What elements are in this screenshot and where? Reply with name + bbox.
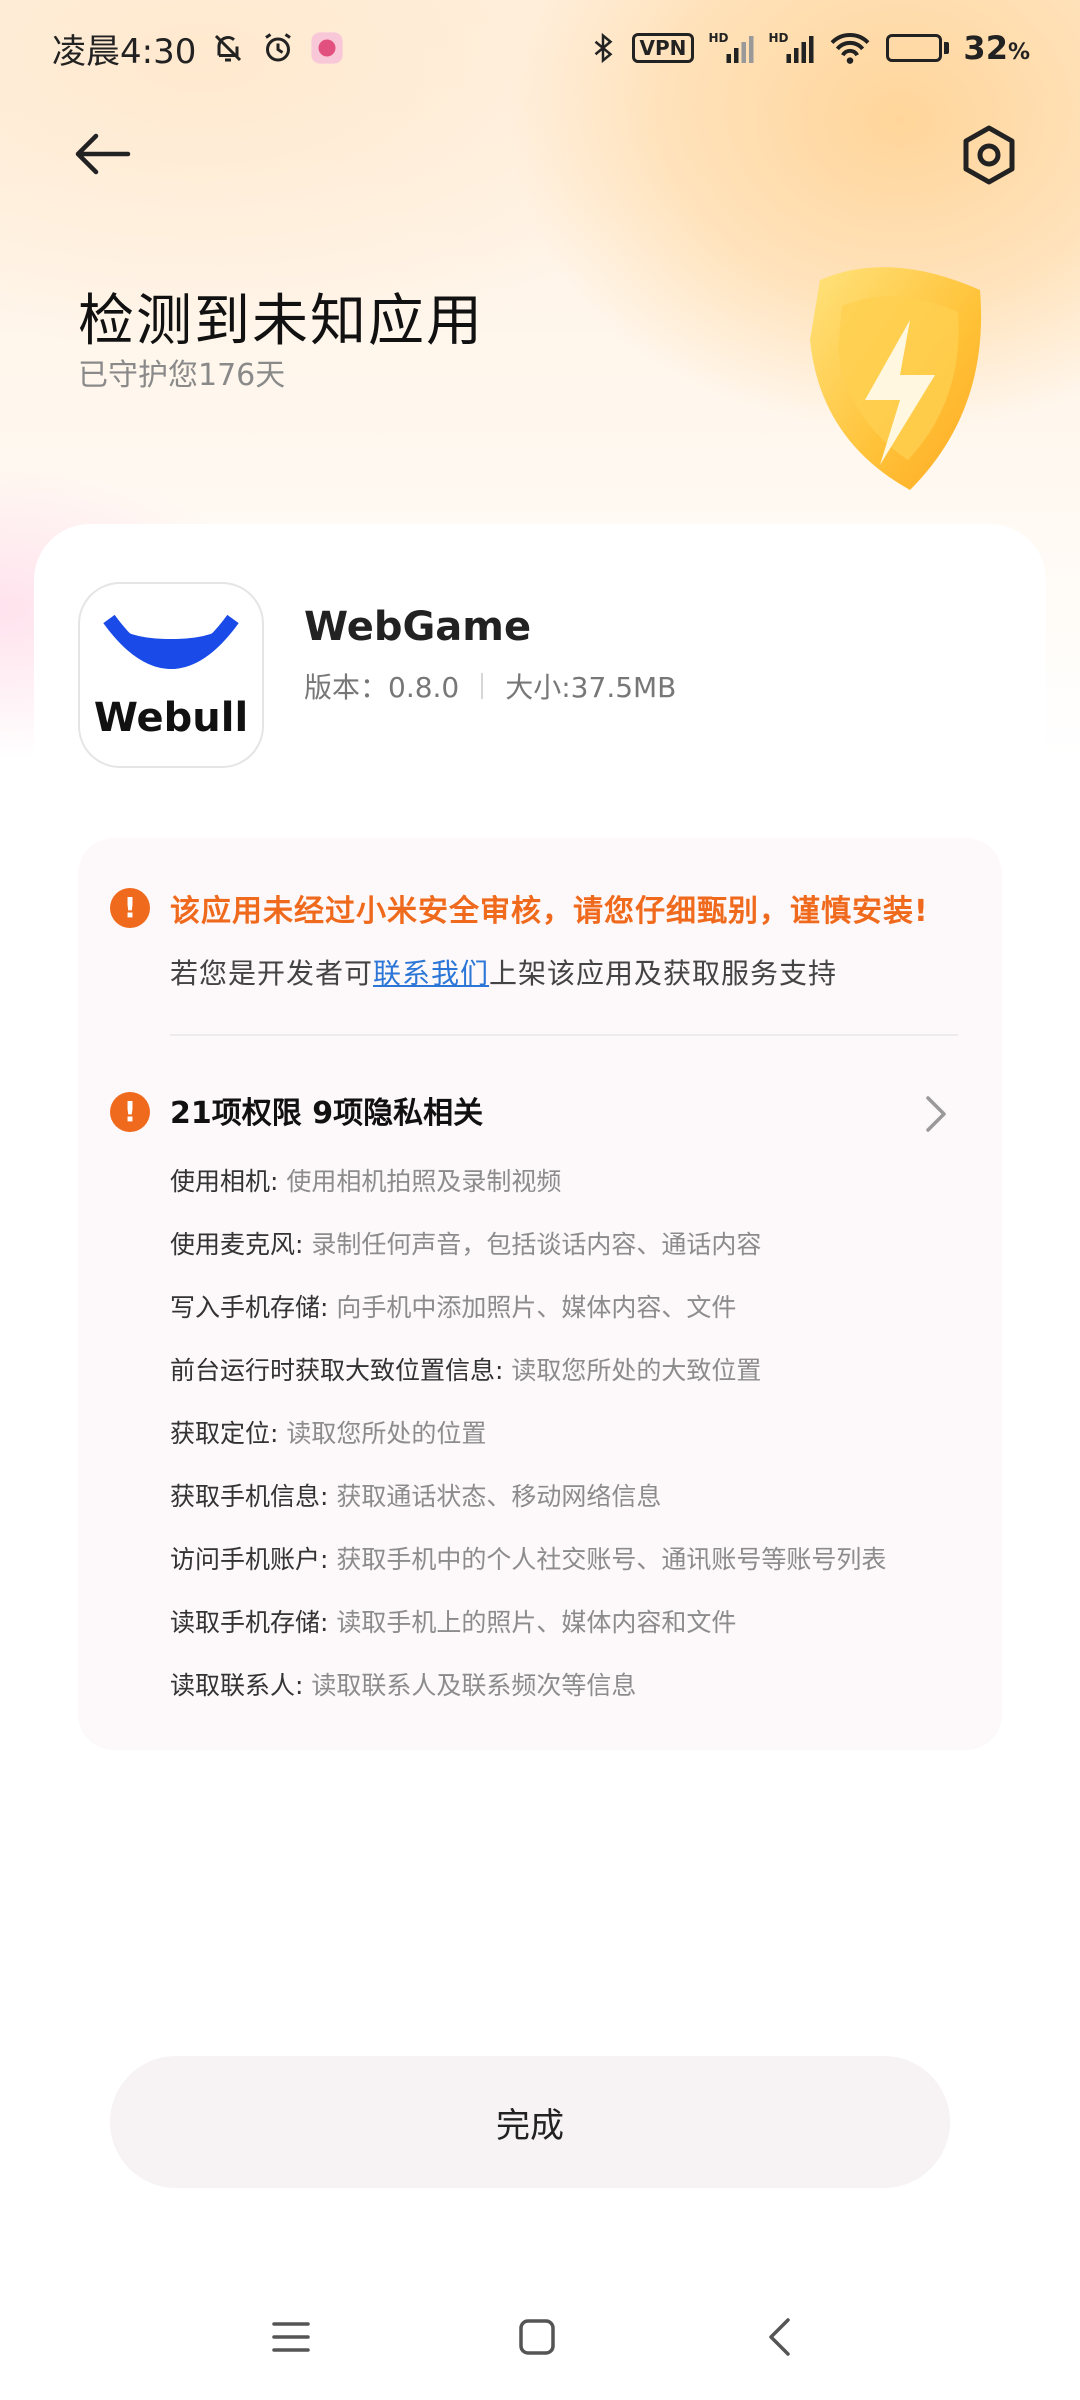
- status-time: 凌晨4:30: [52, 31, 197, 72]
- permission-item: 访问手机账户: 获取手机中的个人社交账号、通讯账号等账号列表: [170, 1545, 887, 1574]
- permissions-title[interactable]: 21项权限 9项隐私相关: [170, 1088, 483, 1132]
- webull-logo-icon: [103, 614, 239, 669]
- permission-item: 使用麦克风: 录制任何声音，包括谈话内容、通话内容: [170, 1230, 762, 1259]
- shield-lightning-icon: [760, 250, 1030, 550]
- app-meta: 版本：0.8.0 大小:37.5MB: [304, 666, 676, 706]
- permission-item: 前台运行时获取大致位置信息: 读取您所处的大致位置: [170, 1356, 762, 1385]
- permission-item: 获取定位: 读取您所处的位置: [170, 1419, 487, 1448]
- wifi-icon: [828, 30, 872, 66]
- done-button[interactable]: 完成: [110, 2056, 950, 2188]
- signal-icon: HD: [708, 30, 754, 66]
- status-bar: 凌晨4:30 VPN HD HD 32%: [0, 0, 1080, 96]
- battery-icon: [886, 34, 950, 62]
- contact-us-link[interactable]: 联系我们: [373, 957, 489, 990]
- back-arrow-icon: [75, 133, 131, 175]
- permissions-warning-icon: !: [110, 1092, 150, 1132]
- warning-title: 该应用未经过小米安全审核，请您仔细甄别，谨慎安装!: [170, 894, 929, 929]
- mute-bell-icon: [210, 30, 246, 66]
- svg-text:HD: HD: [709, 31, 729, 45]
- back-button[interactable]: [72, 124, 132, 184]
- dev-prefix: 若您是开发者可: [170, 957, 374, 990]
- app-size: 大小:37.5MB: [505, 671, 677, 704]
- permission-item: 读取手机存储: 读取手机上的照片、媒体内容和文件: [170, 1608, 737, 1637]
- settings-icon: [963, 125, 1015, 185]
- permission-item: 使用相机: 使用相机拍照及录制视频: [170, 1167, 562, 1196]
- developer-contact-line: 若您是开发者可联系我们上架该应用及获取服务支持: [170, 952, 837, 992]
- divider: [170, 1034, 958, 1036]
- vpn-badge: VPN: [631, 33, 695, 63]
- permission-item: 读取联系人: 读取联系人及联系频次等信息: [170, 1671, 637, 1700]
- app-icon-text: Webull: [93, 695, 249, 741]
- signal-icon-2: HD: [768, 30, 814, 66]
- back-icon[interactable]: [756, 2312, 806, 2362]
- page-title: 检测到未知应用: [78, 289, 484, 354]
- permission-item: 获取手机信息: 获取通话状态、移动网络信息: [170, 1482, 662, 1511]
- protection-days: 已守护您176天: [78, 358, 286, 393]
- permission-item: 写入手机存储: 向手机中添加照片、媒体内容、文件: [170, 1293, 737, 1322]
- app-version: 版本：0.8.0: [304, 671, 460, 704]
- settings-button[interactable]: [954, 120, 1024, 190]
- battery-unit: %: [1007, 40, 1030, 65]
- app-name: WebGame: [304, 604, 532, 650]
- bluetooth-icon: [588, 30, 618, 66]
- chevron-right-icon[interactable]: [918, 1092, 954, 1136]
- permissions-list: 使用相机: 使用相机拍照及录制视频 使用麦克风: 录制任何声音，包括谈话内容、通…: [170, 1162, 886, 1729]
- home-icon[interactable]: [512, 2312, 562, 2362]
- system-nav-bar: [0, 2290, 1080, 2380]
- meta-divider: [481, 673, 484, 699]
- warning-icon: !: [110, 888, 150, 928]
- svg-text:HD: HD: [769, 31, 789, 45]
- app-notification-icon: [310, 31, 344, 65]
- app-icon: Webull: [78, 582, 264, 768]
- menu-icon[interactable]: [266, 2312, 316, 2362]
- dev-suffix: 上架该应用及获取服务支持: [489, 957, 838, 990]
- battery-percent: 32: [963, 29, 1008, 67]
- alarm-icon: [260, 30, 296, 66]
